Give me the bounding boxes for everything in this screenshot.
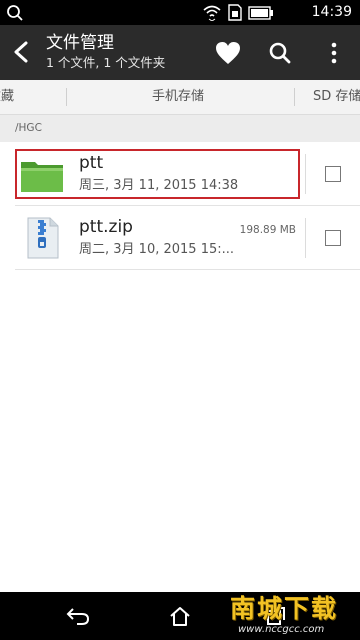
search-icon: [269, 42, 291, 64]
search-button[interactable]: [265, 38, 295, 68]
sim-icon: [228, 4, 242, 25]
tab-favorites[interactable]: 收藏: [0, 88, 14, 106]
storage-tabs: 收藏 手机存储 SD 存储: [0, 80, 360, 115]
wifi-icon: [202, 4, 222, 25]
tab-divider: [66, 88, 67, 106]
tab-phone-storage[interactable]: 手机存储: [152, 88, 204, 106]
more-vert-icon: [331, 42, 337, 64]
page-title: 文件管理: [46, 33, 114, 53]
more-options-button[interactable]: [319, 38, 349, 68]
breadcrumb: /HGC: [0, 115, 360, 142]
file-name: ptt.zip: [79, 217, 133, 237]
battery-icon: [248, 5, 274, 24]
back-button[interactable]: [8, 37, 36, 67]
watermark-text: 南城下载: [230, 594, 339, 623]
clock: 14:39: [311, 4, 352, 20]
heart-icon: [216, 42, 240, 64]
tab-sd-storage[interactable]: SD 存储: [313, 88, 360, 106]
search-icon: [6, 4, 24, 22]
watermark-url: www.nccgcc.com: [238, 624, 325, 635]
divider: [305, 154, 306, 194]
file-date: 周二, 3月 10, 2015 15:...: [79, 242, 235, 257]
zip-icon: [20, 216, 64, 260]
divider: [305, 218, 306, 258]
home-button[interactable]: [166, 604, 194, 628]
home-icon: [170, 607, 190, 626]
watermark: 南城下载 www.nccgcc.com: [226, 594, 354, 638]
back-nav-button[interactable]: [64, 604, 92, 628]
current-path[interactable]: /HGC: [15, 122, 42, 135]
select-checkbox[interactable]: [325, 166, 341, 182]
back-arrow-icon: [66, 608, 90, 625]
list-item[interactable]: ptt.zip 周二, 3月 10, 2015 15:... 198.89 MB: [0, 206, 360, 270]
status-bar: 14:39: [0, 0, 360, 25]
page-subtitle: 1 个文件, 1 个文件夹: [46, 55, 166, 70]
selection-highlight: [15, 149, 300, 199]
app-bar: 文件管理 1 个文件, 1 个文件夹: [0, 25, 360, 80]
file-size: 198.89 MB: [239, 224, 296, 236]
select-checkbox[interactable]: [325, 230, 341, 246]
favorite-button[interactable]: [213, 38, 243, 68]
divider: [15, 269, 360, 270]
tab-divider: [294, 88, 295, 106]
